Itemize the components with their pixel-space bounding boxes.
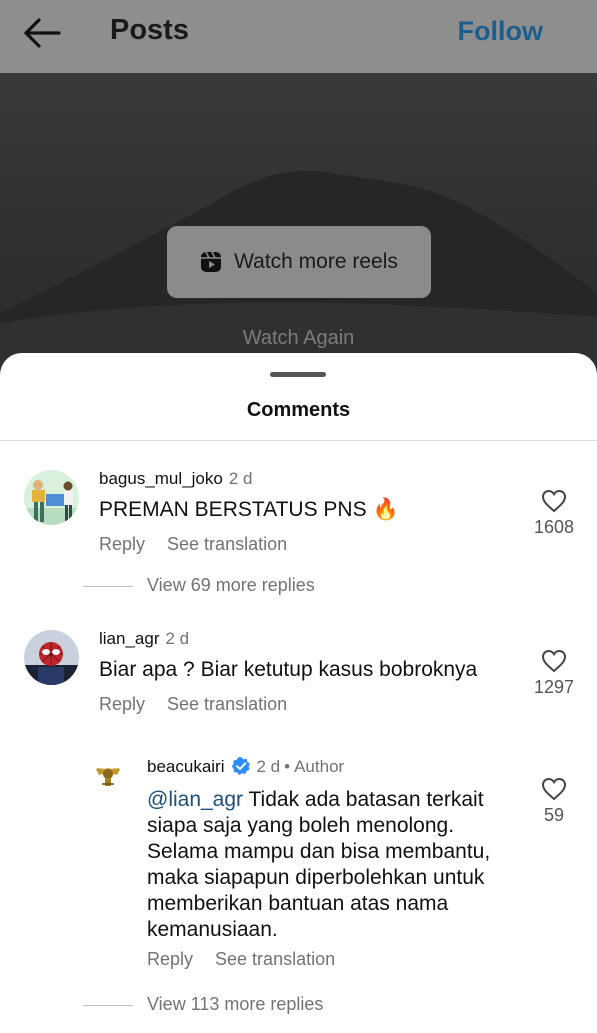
watch-more-reels-label: Watch more reels xyxy=(234,250,398,273)
view-more-replies[interactable]: View 69 more replies xyxy=(83,575,315,596)
comment-text: PREMAN BERSTATUS PNS 🔥 xyxy=(99,497,399,523)
reply-button[interactable]: Reply xyxy=(99,534,145,554)
comment-meta: lian_agr 2 d xyxy=(99,629,189,649)
back-arrow-icon[interactable] xyxy=(22,16,62,50)
see-translation-button[interactable]: See translation xyxy=(167,534,287,554)
heart-icon[interactable] xyxy=(541,777,567,801)
divider xyxy=(0,440,597,441)
like-section: 1608 xyxy=(524,489,584,538)
comment-username[interactable]: lian_agr xyxy=(99,629,160,648)
comments-sheet: Comments bagus_mul_joko 2 d PREMAN BERSTA xyxy=(0,353,597,1033)
view-replies-label: View 69 more replies xyxy=(147,575,315,595)
like-count: 1608 xyxy=(533,517,575,537)
mention-link[interactable]: @lian_agr xyxy=(147,788,243,811)
comment-meta: bagus_mul_joko 2 d xyxy=(99,469,252,489)
avatar-image xyxy=(24,630,79,685)
separator-dot: • xyxy=(284,757,291,776)
see-translation-button[interactable]: See translation xyxy=(167,694,287,714)
like-section: 1297 xyxy=(524,649,584,698)
comment-username[interactable]: bagus_mul_joko xyxy=(99,469,223,488)
avatar[interactable] xyxy=(93,760,123,790)
reels-icon xyxy=(201,251,222,272)
reply-button[interactable]: Reply xyxy=(99,694,145,714)
avatar[interactable] xyxy=(24,470,79,525)
like-count: 1297 xyxy=(533,677,575,697)
video-player[interactable]: Watch more reels Watch Again xyxy=(0,73,597,373)
heart-icon[interactable] xyxy=(541,649,567,673)
like-count: 59 xyxy=(543,805,565,825)
sheet-drag-handle[interactable] xyxy=(270,372,326,377)
comment-actions: Reply See translation xyxy=(99,694,309,715)
view-more-replies[interactable]: View 113 more replies xyxy=(83,994,323,1015)
heart-icon[interactable] xyxy=(541,489,567,513)
avatar[interactable] xyxy=(24,630,79,685)
follow-button[interactable]: Follow xyxy=(458,16,543,47)
page-title: Posts xyxy=(110,14,189,46)
comment-time: 2 d xyxy=(228,469,253,488)
replies-line xyxy=(83,585,133,587)
like-section: 59 xyxy=(524,777,584,826)
comment-text-body: PREMAN BERSTATUS PNS xyxy=(99,498,367,521)
reply-text: @lian_agr Tidak ada batasan terkait siap… xyxy=(147,787,517,943)
watch-more-reels-button[interactable]: Watch more reels xyxy=(167,226,431,298)
reply-actions: Reply See translation xyxy=(147,949,357,970)
view-replies-label: View 113 more replies xyxy=(147,994,324,1014)
top-bar: Posts Follow xyxy=(0,0,597,73)
comment-actions: Reply See translation xyxy=(99,534,309,555)
avatar-image xyxy=(24,470,79,525)
comments-title: Comments xyxy=(246,399,351,421)
fire-emoji: 🔥 xyxy=(372,498,399,521)
reply-button[interactable]: Reply xyxy=(147,949,193,969)
replies-line xyxy=(83,1004,133,1006)
customs-emblem-logo xyxy=(93,760,123,790)
see-translation-button[interactable]: See translation xyxy=(215,949,335,969)
reply-meta: beacukairi 2 d • Author xyxy=(147,756,344,777)
reply-username[interactable]: beacukairi xyxy=(147,757,225,776)
comment-time: 2 d xyxy=(165,629,190,648)
reply-time: 2 d xyxy=(256,757,281,776)
verified-badge-icon xyxy=(231,757,250,775)
watch-again-button[interactable]: Watch Again xyxy=(0,327,597,350)
author-badge: Author xyxy=(294,757,345,776)
comment-text: Biar apa ? Biar ketutup kasus bobroknya xyxy=(99,658,478,681)
